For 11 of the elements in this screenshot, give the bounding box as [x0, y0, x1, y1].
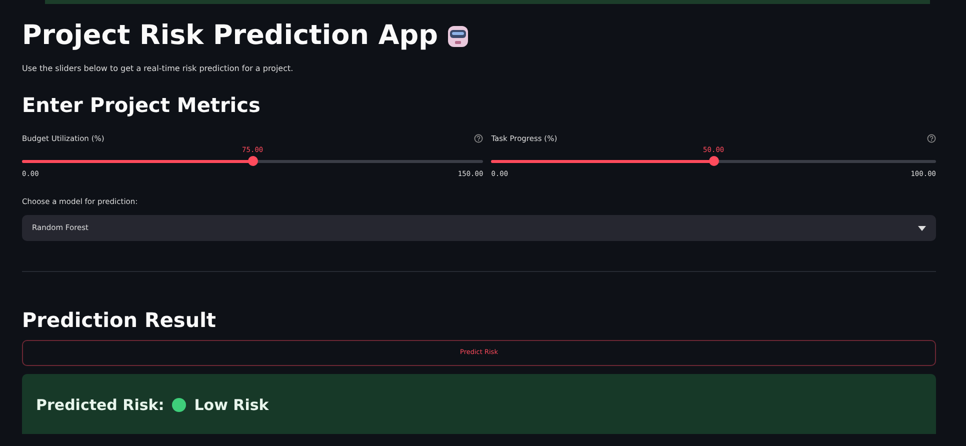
section-heading: Prediction Result: [22, 308, 217, 332]
slider-thumb[interactable]: [708, 156, 719, 166]
app-title: Project Risk Prediction App: [22, 19, 438, 53]
help-icon[interactable]: [927, 134, 936, 144]
subtitle: Use the sliders below to get a real-time risk prediction for a project.: [22, 63, 294, 76]
help-icon[interactable]: [474, 134, 484, 144]
result-label: Predicted Risk:: [36, 395, 164, 416]
slider-thumb[interactable]: [248, 156, 258, 166]
chevron-icon: [918, 226, 926, 231]
result-value: Low Risk: [194, 395, 269, 416]
section-heading: Enter Project Metrics: [22, 93, 262, 118]
